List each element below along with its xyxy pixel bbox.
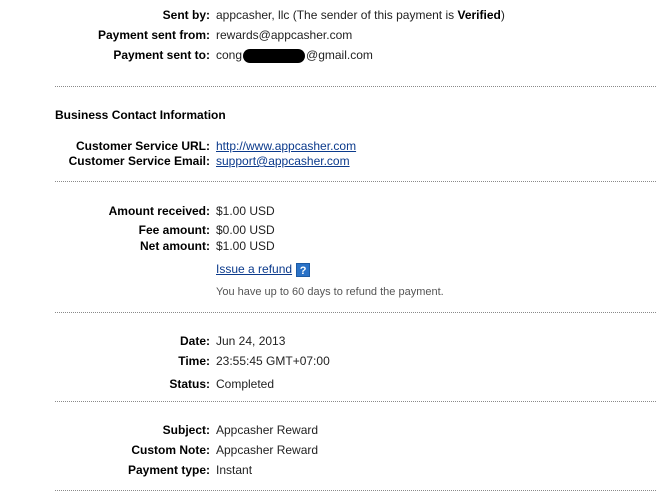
fee-amount-label: Fee amount: <box>138 223 210 237</box>
service-url-link[interactable]: http://www.appcasher.com <box>216 138 356 154</box>
status-label: Status: <box>169 377 210 391</box>
refund-row: Issue a refund? <box>0 261 663 277</box>
verified-suffix: ) <box>500 8 505 22</box>
business-contact-heading: Business Contact Information <box>55 108 226 122</box>
sent-to-label: Payment sent to: <box>113 48 210 62</box>
sent-from-label: Payment sent from: <box>97 28 210 42</box>
subject-row: Subject: Appcasher Reward <box>0 422 663 438</box>
payment-type-row: Payment type: Instant <box>0 462 663 478</box>
sent-by-label: Sent by: <box>162 8 210 22</box>
amount-received-label: Amount received: <box>108 204 210 218</box>
net-amount-label: Net amount: <box>140 239 210 253</box>
date-value: Jun 24, 2013 <box>216 334 286 348</box>
amount-received-row: Amount received: $1.00 USD <box>0 203 663 219</box>
time-value: 23:55:45 GMT+07:00 <box>216 354 330 368</box>
subject-value: Appcasher Reward <box>216 423 319 437</box>
amount-received-value: $1.00 USD <box>216 204 275 218</box>
fee-amount-value: $0.00 USD <box>216 223 275 237</box>
status-value: Completed <box>216 377 275 391</box>
sent-by-row: Sent by: appcasher, llc (The sender of t… <box>0 7 663 23</box>
section-divider <box>55 181 656 182</box>
refund-note: You have up to 60 days to refund the pay… <box>216 286 444 298</box>
payment-type-label: Payment type: <box>127 463 210 477</box>
verified-status: Verified <box>457 8 501 22</box>
section-divider <box>55 401 656 402</box>
section-divider <box>55 312 656 313</box>
refund-note-row: You have up to 60 days to refund the pay… <box>0 284 663 300</box>
service-url-label: Customer Service URL: <box>75 139 210 153</box>
service-email-row: Customer Service Email: support@appcashe… <box>0 153 663 169</box>
sent-to-value: cong @gmail.com <box>216 47 373 63</box>
sent-to-suffix: @gmail.com <box>306 48 373 62</box>
sent-to-prefix: cong <box>216 48 243 62</box>
sent-by-value: appcasher, llc (The sender of this payme… <box>216 7 505 23</box>
service-email-label: Customer Service Email: <box>68 154 210 168</box>
subject-label: Subject: <box>162 423 210 437</box>
section-divider <box>55 86 656 87</box>
time-label: Time: <box>178 354 210 368</box>
custom-note-label: Custom Note: <box>131 443 210 457</box>
sent-to-row: Payment sent to: cong @gmail.com <box>0 47 663 63</box>
fee-amount-row: Fee amount: $0.00 USD <box>0 222 663 238</box>
service-url-row: Customer Service URL: http://www.appcash… <box>0 138 663 154</box>
redaction-mark <box>243 48 306 63</box>
payment-type-value: Instant <box>216 463 253 477</box>
refund-group: Issue a refund? <box>216 261 311 277</box>
status-row: Status: Completed <box>0 376 663 392</box>
sent-from-value: rewards@appcasher.com <box>216 28 353 42</box>
net-amount-value: $1.00 USD <box>216 239 275 253</box>
help-icon[interactable]: ? <box>296 262 311 277</box>
net-amount-row: Net amount: $1.00 USD <box>0 238 663 254</box>
date-row: Date: Jun 24, 2013 <box>0 333 663 349</box>
service-email-link[interactable]: support@appcasher.com <box>216 153 350 169</box>
section-divider <box>55 490 656 491</box>
issue-refund-link[interactable]: Issue a refund <box>216 262 292 276</box>
business-heading-row: Business Contact Information <box>0 107 663 123</box>
date-label: Date: <box>179 334 210 348</box>
custom-note-row: Custom Note: Appcasher Reward <box>0 442 663 458</box>
sender-name: appcasher, llc <box>216 8 290 22</box>
verified-prefix: (The sender of this payment is <box>292 8 458 22</box>
custom-note-value: Appcasher Reward <box>216 443 319 457</box>
sent-from-row: Payment sent from: rewards@appcasher.com <box>0 27 663 43</box>
time-row: Time: 23:55:45 GMT+07:00 <box>0 353 663 369</box>
